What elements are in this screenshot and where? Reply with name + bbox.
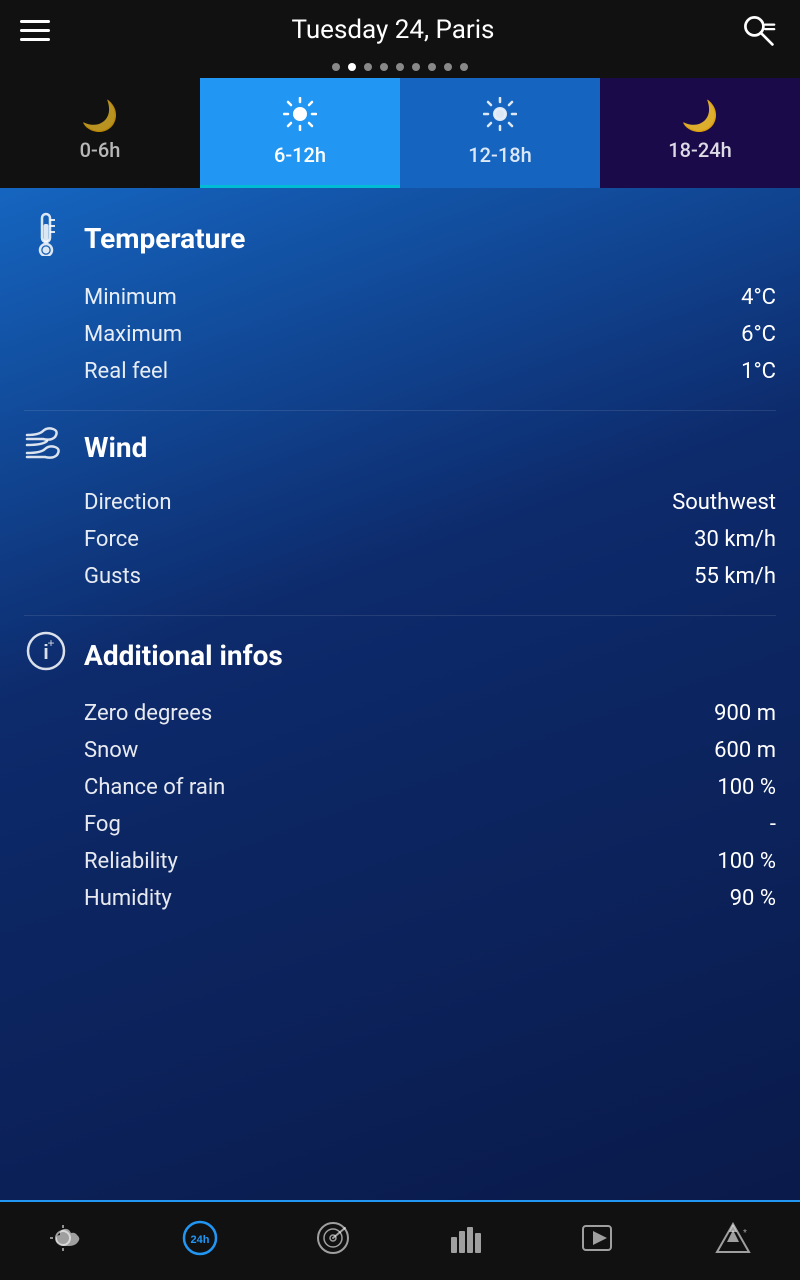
additional-fog-row: Fog -: [24, 806, 776, 843]
dot-7[interactable]: [428, 63, 436, 71]
tab-18-24h-label: 18-24h: [668, 138, 731, 162]
tab-0-6h[interactable]: 🌙 0-6h: [0, 78, 200, 188]
additional-snow-label: Snow: [84, 738, 138, 763]
nav-24h[interactable]: 24h: [160, 1211, 240, 1271]
search-button[interactable]: [736, 8, 780, 52]
bottom-nav: 24h: [0, 1200, 800, 1280]
video-icon: [582, 1224, 618, 1259]
dot-4[interactable]: [380, 63, 388, 71]
moon-icon-tab3: 🌙: [681, 102, 718, 132]
temp-minimum-row: Minimum 4°C: [24, 279, 776, 316]
temp-realfeel-value: 1°C: [741, 359, 776, 384]
chart-icon: [449, 1223, 485, 1260]
svg-text:*: *: [743, 1228, 747, 1239]
tab-6-12h[interactable]: 6-12h: [200, 78, 400, 188]
wind-gusts-label: Gusts: [84, 564, 141, 589]
additional-chanceofrain-row: Chance of rain 100 %: [24, 769, 776, 806]
temp-minimum-label: Minimum: [84, 285, 177, 310]
additional-reliability-row: Reliability 100 %: [24, 843, 776, 880]
temp-maximum-row: Maximum 6°C: [24, 316, 776, 353]
top-bar: Tuesday 24, Paris: [0, 0, 800, 60]
nav-video[interactable]: [560, 1211, 640, 1271]
tab-6-12h-label: 6-12h: [274, 143, 326, 167]
wind-gusts-value: 55 km/h: [694, 564, 776, 589]
dot-5[interactable]: [396, 63, 404, 71]
temp-maximum-label: Maximum: [84, 322, 182, 347]
tab-12-18h-label: 12-18h: [468, 143, 531, 167]
wind-section: Wind Direction Southwest Force 30 km/h G…: [24, 425, 776, 595]
divider-2: [24, 615, 776, 616]
wind-gusts-row: Gusts 55 km/h: [24, 558, 776, 595]
wind-direction-label: Direction: [84, 490, 171, 515]
24h-icon: 24h: [182, 1220, 218, 1263]
temp-minimum-value: 4°C: [741, 285, 776, 310]
dot-9[interactable]: [460, 63, 468, 71]
wind-force-label: Force: [84, 527, 139, 552]
main-content: Temperature Minimum 4°C Maximum 6°C Real…: [0, 188, 800, 1200]
tab-18-24h[interactable]: 🌙 18-24h: [600, 78, 800, 188]
temp-maximum-value: 6°C: [741, 322, 776, 347]
additional-zerodegrees-row: Zero degrees 900 m: [24, 695, 776, 732]
radar-icon: [315, 1220, 351, 1263]
header-title: Tuesday 24, Paris: [292, 15, 495, 45]
divider-1: [24, 410, 776, 411]
additional-humidity-label: Humidity: [84, 886, 172, 911]
dot-1[interactable]: [332, 63, 340, 71]
additional-zerodegrees-value: 900 m: [714, 701, 776, 726]
thermometer-icon: [24, 212, 68, 265]
additional-zerodegrees-label: Zero degrees: [84, 701, 212, 726]
sun-icon-tab1: [283, 97, 317, 137]
menu-button[interactable]: [20, 20, 50, 41]
dot-8[interactable]: [444, 63, 452, 71]
wind-force-value: 30 km/h: [694, 527, 776, 552]
time-tabs: 🌙 0-6h 6-12h: [0, 78, 800, 188]
wind-direction-row: Direction Southwest: [24, 484, 776, 521]
additional-fog-label: Fog: [84, 812, 121, 837]
additional-chanceofrain-label: Chance of rain: [84, 775, 225, 800]
wind-title: Wind: [84, 431, 147, 464]
dot-2[interactable]: [348, 63, 356, 71]
additional-section: i + Additional infos Zero degrees 900 m …: [24, 630, 776, 917]
additional-chanceofrain-value: 100 %: [717, 775, 776, 800]
temperature-section: Temperature Minimum 4°C Maximum 6°C Real…: [24, 212, 776, 390]
nav-mountain[interactable]: *: [693, 1211, 773, 1271]
additional-snow-row: Snow 600 m: [24, 732, 776, 769]
nav-weather[interactable]: [27, 1211, 107, 1271]
nav-chart[interactable]: [427, 1211, 507, 1271]
nav-radar[interactable]: [293, 1211, 373, 1271]
temperature-header: Temperature: [24, 212, 776, 265]
additional-title: Additional infos: [84, 639, 283, 672]
tab-0-6h-label: 0-6h: [80, 138, 121, 162]
sun-icon-tab2: [483, 97, 517, 137]
dot-6[interactable]: [412, 63, 420, 71]
info-icon: i +: [24, 630, 68, 681]
page-dots: [0, 60, 800, 78]
wind-icon: [24, 425, 68, 470]
temperature-title: Temperature: [84, 222, 245, 255]
temp-realfeel-label: Real feel: [84, 359, 168, 384]
temp-realfeel-row: Real feel 1°C: [24, 353, 776, 390]
wind-direction-value: Southwest: [672, 490, 776, 515]
svg-text:+: +: [47, 636, 54, 650]
mountain-icon: *: [713, 1222, 753, 1261]
additional-header: i + Additional infos: [24, 630, 776, 681]
wind-force-row: Force 30 km/h: [24, 521, 776, 558]
dot-3[interactable]: [364, 63, 372, 71]
additional-snow-value: 600 m: [714, 738, 776, 763]
additional-reliability-value: 100 %: [717, 849, 776, 874]
additional-humidity-value: 90 %: [730, 886, 776, 911]
additional-fog-value: -: [770, 812, 776, 837]
partly-cloudy-icon: [49, 1224, 85, 1259]
moon-icon-tab0: 🌙: [81, 102, 118, 132]
tab-12-18h[interactable]: 12-18h: [400, 78, 600, 188]
additional-reliability-label: Reliability: [84, 849, 178, 874]
svg-text:24h: 24h: [191, 1234, 210, 1246]
additional-humidity-row: Humidity 90 %: [24, 880, 776, 917]
wind-header: Wind: [24, 425, 776, 470]
